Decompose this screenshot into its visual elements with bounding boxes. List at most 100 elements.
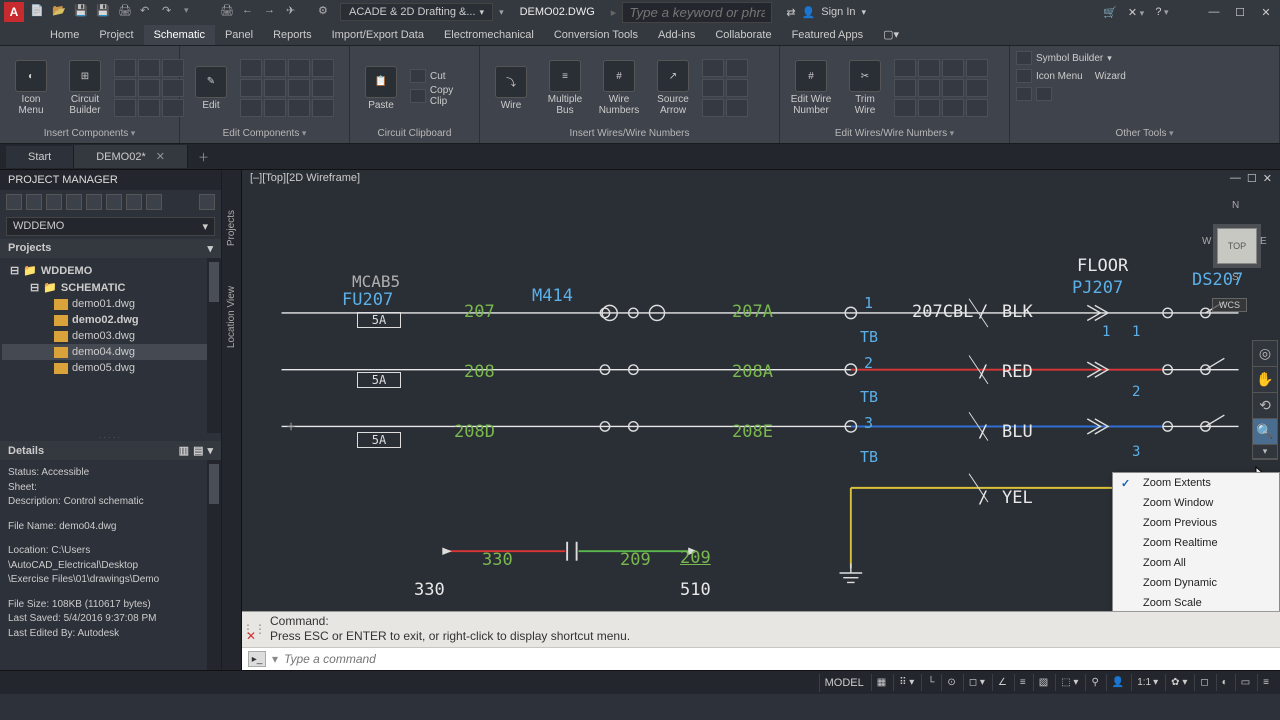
pm-tool-4[interactable] <box>66 194 82 210</box>
exchange-more[interactable]: ✕ <box>1126 6 1146 19</box>
tab-home[interactable]: Home <box>40 25 89 45</box>
other-row3[interactable] <box>1016 86 1052 102</box>
tree-scrollbar[interactable] <box>207 258 221 433</box>
tree-group[interactable]: ⊟📁SCHEMATIC <box>2 279 219 296</box>
pm-tool-1[interactable] <box>6 194 22 210</box>
plot-icon[interactable]: 🖨 <box>118 4 134 20</box>
panel-edit-wires[interactable]: Edit Wires/Wire Numbers <box>786 126 1003 141</box>
vp-min[interactable]: — <box>1230 172 1241 188</box>
redo-icon[interactable]: ↷ <box>162 4 178 20</box>
nav-pan-icon[interactable]: ✋ <box>1253 367 1277 393</box>
qat-more[interactable] <box>184 4 200 20</box>
tab-electromechanical[interactable]: Electromechanical <box>434 25 544 45</box>
saveas-icon[interactable]: 💾 <box>96 4 112 20</box>
tab-import-export[interactable]: Import/Export Data <box>322 25 434 45</box>
edit-wire-number-button[interactable]: #Edit Wire Number <box>786 58 836 118</box>
circuit-builder-button[interactable]: ⊞Circuit Builder <box>60 58 110 118</box>
edit-button[interactable]: ✎Edit <box>186 64 236 113</box>
icon-menu-small-button[interactable]: Icon Menu <box>1016 68 1083 84</box>
zoom-window[interactable]: Zoom Window <box>1113 493 1279 513</box>
undo-icon[interactable]: ↶ <box>140 4 156 20</box>
viewport-label[interactable]: [–][Top][2D Wireframe] <box>250 172 360 188</box>
pm-project-combo[interactable]: WDDEMO▾ <box>6 217 215 236</box>
source-arrow-button[interactable]: ↗Source Arrow <box>648 58 698 118</box>
vp-max[interactable]: ☐ <box>1247 172 1257 188</box>
customize-icon[interactable]: ≡ <box>1257 674 1274 691</box>
pm-splitter[interactable]: ····· <box>0 433 221 441</box>
tab-reports[interactable]: Reports <box>263 25 322 45</box>
sidetab-location[interactable]: Location View <box>226 286 237 348</box>
save-icon[interactable]: 💾 <box>74 4 90 20</box>
help-button[interactable]: ? <box>1152 6 1172 18</box>
tree-file-3[interactable]: demo04.dwg <box>2 344 219 360</box>
cmd-prompt-icon[interactable]: ▸_ <box>248 651 266 667</box>
sidetab-projects[interactable]: Projects <box>226 210 237 246</box>
lineweight-icon[interactable]: ≡ <box>1014 674 1031 691</box>
command-input[interactable] <box>284 652 1274 666</box>
new-tab-button[interactable]: ＋ <box>188 145 219 169</box>
arrow-right-icon[interactable]: → <box>264 4 280 20</box>
otrack-icon[interactable]: ∠ <box>992 674 1012 691</box>
trim-wire-button[interactable]: ✂Trim Wire <box>840 58 890 118</box>
multiple-bus-button[interactable]: ≡Multiple Bus <box>540 58 590 118</box>
cycling-icon[interactable]: ⬚ ▾ <box>1055 674 1083 691</box>
insert-wires-grid[interactable] <box>702 59 748 117</box>
pm-tool-6[interactable] <box>106 194 122 210</box>
scale-button[interactable]: 1:1 ▾ <box>1131 674 1163 691</box>
panel-insert-components[interactable]: Insert Components <box>6 126 173 141</box>
pm-tool-3[interactable] <box>46 194 62 210</box>
panel-other-tools[interactable]: Other Tools <box>1016 126 1273 141</box>
close-icon[interactable]: ✕ <box>156 150 165 163</box>
transparency-icon[interactable]: ▧ <box>1033 674 1053 691</box>
paste-button[interactable]: 📋Paste <box>356 64 406 113</box>
vp-close[interactable]: ✕ <box>1263 172 1272 188</box>
tab-panel[interactable]: Panel <box>215 25 263 45</box>
wire-button[interactable]: ⤵Wire <box>486 64 536 113</box>
open-icon[interactable]: 📂 <box>52 4 68 20</box>
app-logo[interactable]: A <box>4 2 24 22</box>
hardware-icon[interactable]: ◐ <box>1216 674 1233 691</box>
gear-status-icon[interactable]: ✿ ▾ <box>1165 674 1192 691</box>
nav-wheel-icon[interactable]: ◎ <box>1253 341 1277 367</box>
arrow-left-icon[interactable]: ← <box>242 4 258 20</box>
ortho-icon[interactable]: └ <box>921 674 939 691</box>
icon-menu-button[interactable]: ◐Icon Menu <box>6 58 56 118</box>
close-button[interactable]: ✕ <box>1256 6 1276 19</box>
pm-projects-header[interactable]: Projects▾ <box>0 239 221 258</box>
zoom-previous[interactable]: Zoom Previous <box>1113 513 1279 533</box>
zoom-all[interactable]: Zoom All <box>1113 553 1279 573</box>
tab-featured[interactable]: Featured Apps <box>782 25 874 45</box>
share-icon[interactable]: ✈ <box>286 4 302 20</box>
tree-file-0[interactable]: demo01.dwg <box>2 296 219 312</box>
tab-schematic[interactable]: Schematic <box>144 25 215 45</box>
zoom-realtime[interactable]: Zoom Realtime <box>1113 533 1279 553</box>
zoom-scale[interactable]: Zoom Scale <box>1113 593 1279 611</box>
symbol-builder-button[interactable]: Symbol Builder▾ <box>1016 50 1112 66</box>
panel-edit-components[interactable]: Edit Components <box>186 126 343 141</box>
canvas[interactable]: MCAB5 FU207 M414 FLOOR PJ207 DS207 207CB… <box>242 190 1280 611</box>
edit-wires-grid[interactable] <box>894 59 988 117</box>
tab-project[interactable]: Project <box>89 25 143 45</box>
signin-button[interactable]: ⇄ 👤 Sign In ▾ <box>778 6 874 19</box>
grid-icon[interactable]: ▦ <box>871 674 891 691</box>
new-icon[interactable]: 📄 <box>30 4 46 20</box>
exchange-icon[interactable]: 🛒 <box>1100 6 1120 19</box>
tab-collaborate[interactable]: Collaborate <box>705 25 781 45</box>
tree-root[interactable]: ⊟📁WDDEMO <box>2 262 219 279</box>
wire-numbers-button[interactable]: #Wire Numbers <box>594 58 644 118</box>
workspace-switcher[interactable]: ACADE & 2D Drafting &...▾ <box>340 3 493 21</box>
insert-comp-grid[interactable] <box>114 59 184 117</box>
gear-icon[interactable]: ⚙ <box>318 4 334 20</box>
tab-addins[interactable]: Add-ins <box>648 25 705 45</box>
snap-icon[interactable]: ⠿ ▾ <box>893 674 919 691</box>
tree-file-2[interactable]: demo03.dwg <box>2 328 219 344</box>
polar-icon[interactable]: ⊙ <box>941 674 960 691</box>
nav-zoom-dropdown[interactable]: ▾ <box>1253 445 1277 459</box>
zoom-extents[interactable]: Zoom Extents <box>1113 473 1279 493</box>
details-scrollbar[interactable] <box>207 460 221 670</box>
copy-clip-button[interactable]: Copy Clip <box>410 84 473 108</box>
pm-tool-2[interactable] <box>26 194 42 210</box>
osnap-icon[interactable]: ◻ ▾ <box>963 674 990 691</box>
zoom-dynamic[interactable]: Zoom Dynamic <box>1113 573 1279 593</box>
doctab-start[interactable]: Start <box>6 146 74 168</box>
